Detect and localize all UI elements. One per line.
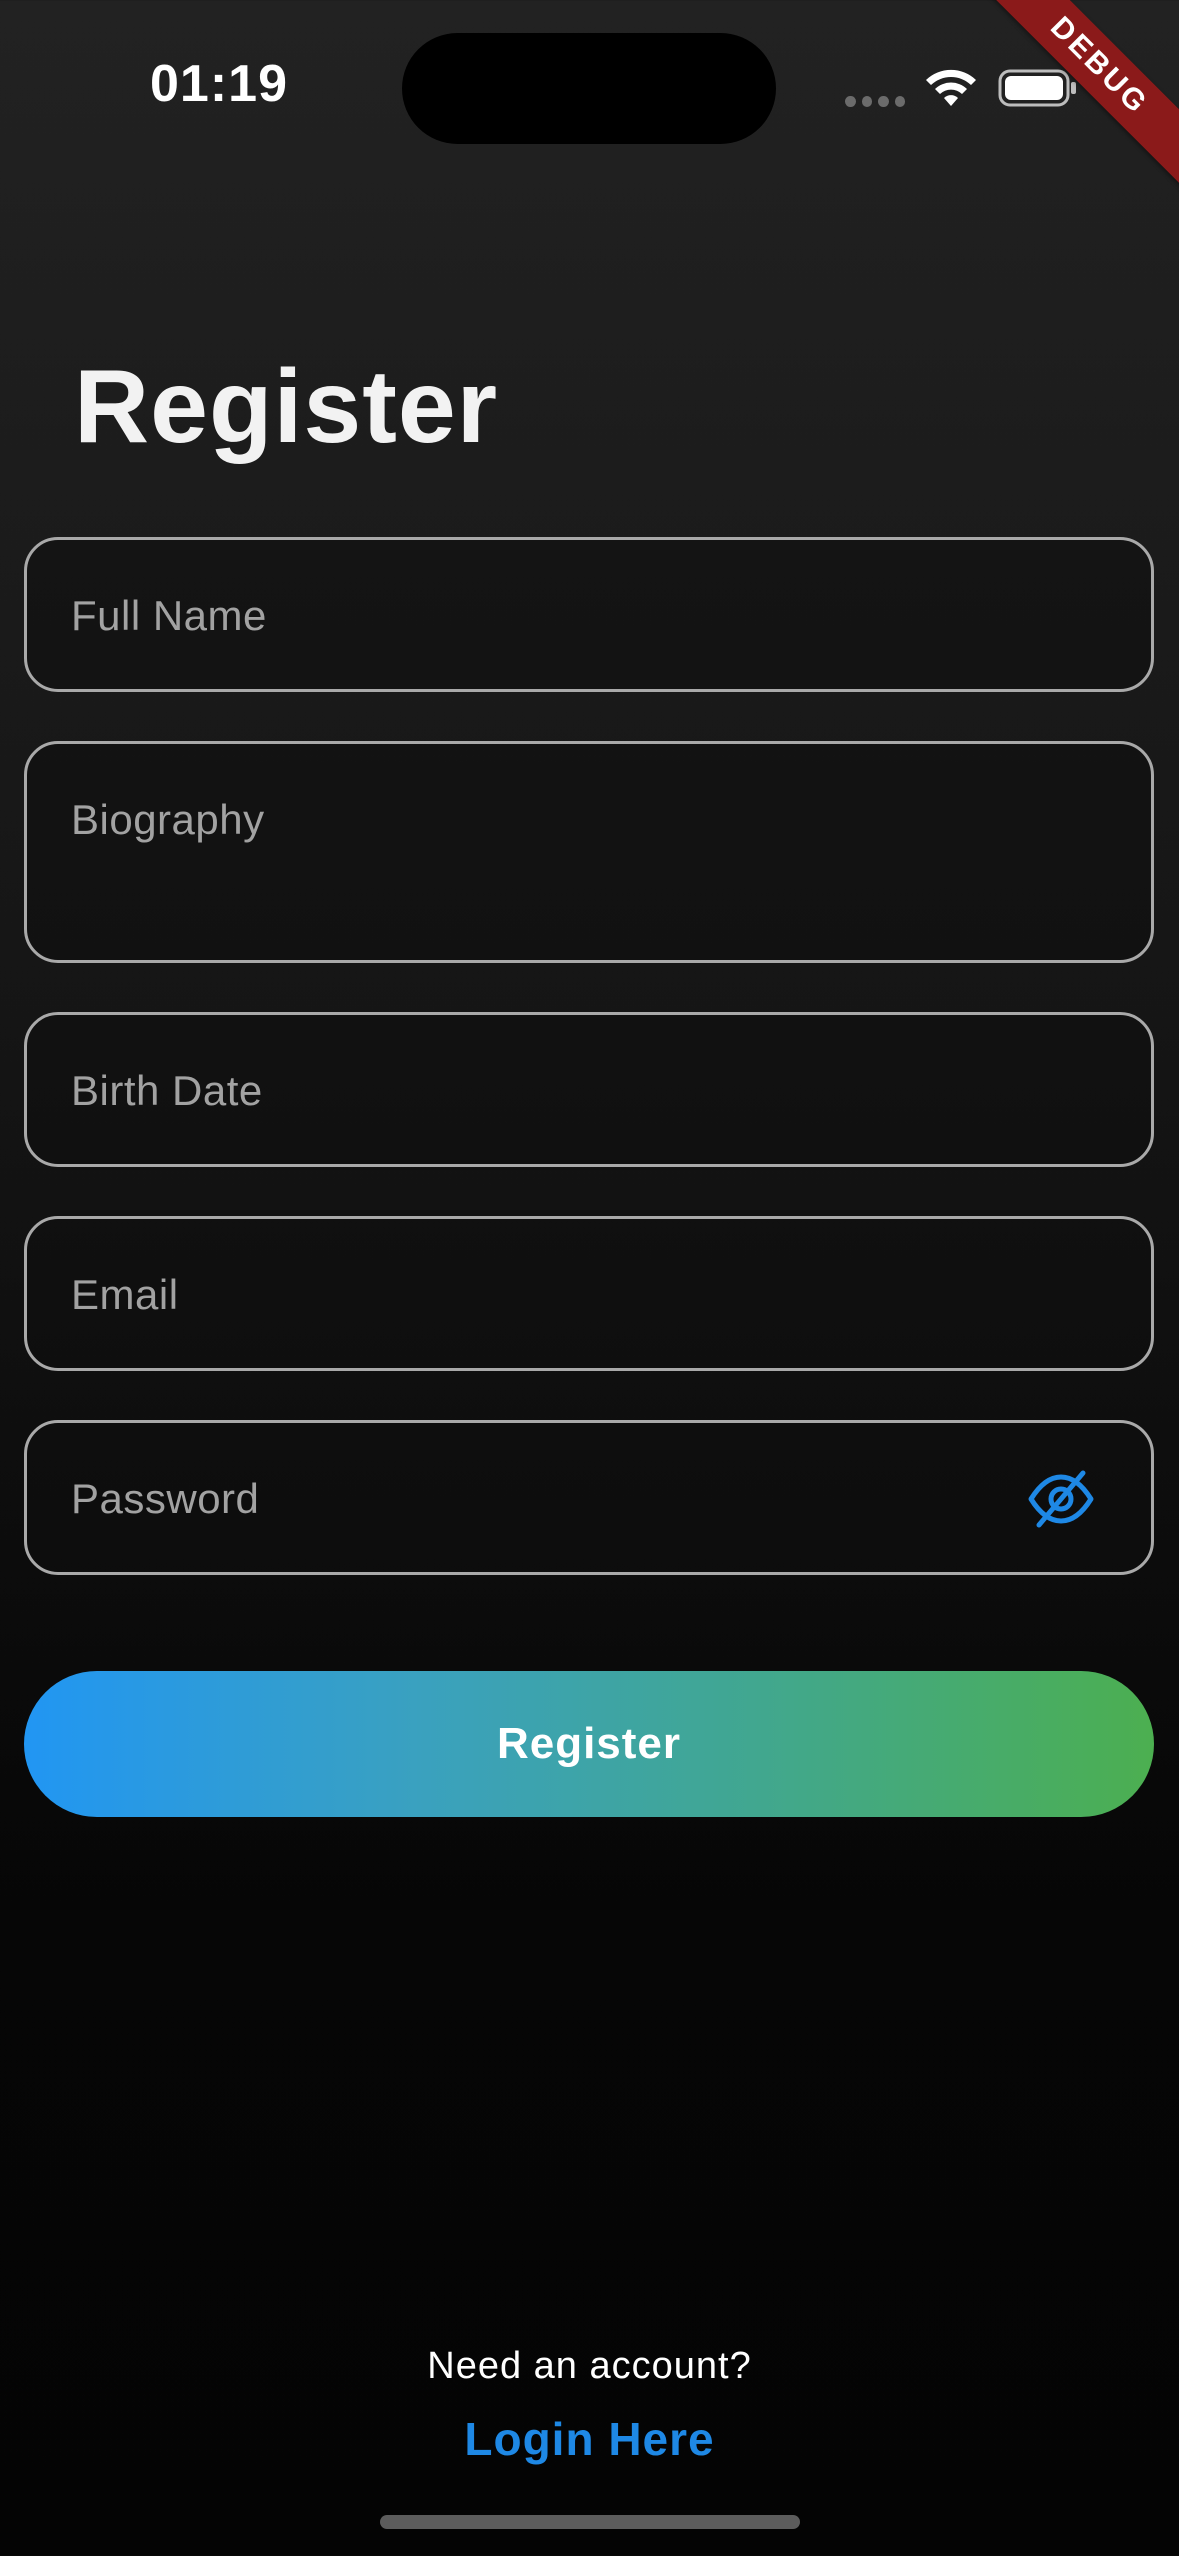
- register-button-label: Register: [496, 1719, 682, 1768]
- status-time: 01:19: [150, 55, 288, 113]
- birth-date-field[interactable]: Birth Date: [24, 1012, 1154, 1167]
- cellular-signal-icon: [845, 96, 905, 108]
- page-title: Register: [74, 349, 499, 465]
- register-button[interactable]: Register: [24, 1671, 1154, 1817]
- need-account-text: Need an account?: [427, 2345, 752, 2387]
- wifi-icon: [926, 69, 976, 106]
- password-placeholder: Password: [71, 1475, 260, 1522]
- email-placeholder: Email: [71, 1271, 179, 1318]
- status-bar: 01:19: [0, 0, 1179, 160]
- full-name-field[interactable]: Full Name: [24, 537, 1154, 692]
- birth-date-placeholder: Birth Date: [71, 1067, 263, 1114]
- full-name-placeholder: Full Name: [71, 592, 267, 639]
- biography-field[interactable]: Biography: [24, 741, 1154, 963]
- eye-slash-icon[interactable]: [1027, 1467, 1095, 1531]
- login-here-link[interactable]: Login Here: [0, 2412, 1179, 2466]
- email-field[interactable]: Email: [24, 1216, 1154, 1371]
- home-indicator[interactable]: [380, 2515, 800, 2529]
- password-field[interactable]: Password: [24, 1420, 1154, 1575]
- dynamic-island: [402, 33, 776, 144]
- biography-placeholder: Biography: [71, 796, 265, 843]
- battery-icon: [998, 69, 1076, 107]
